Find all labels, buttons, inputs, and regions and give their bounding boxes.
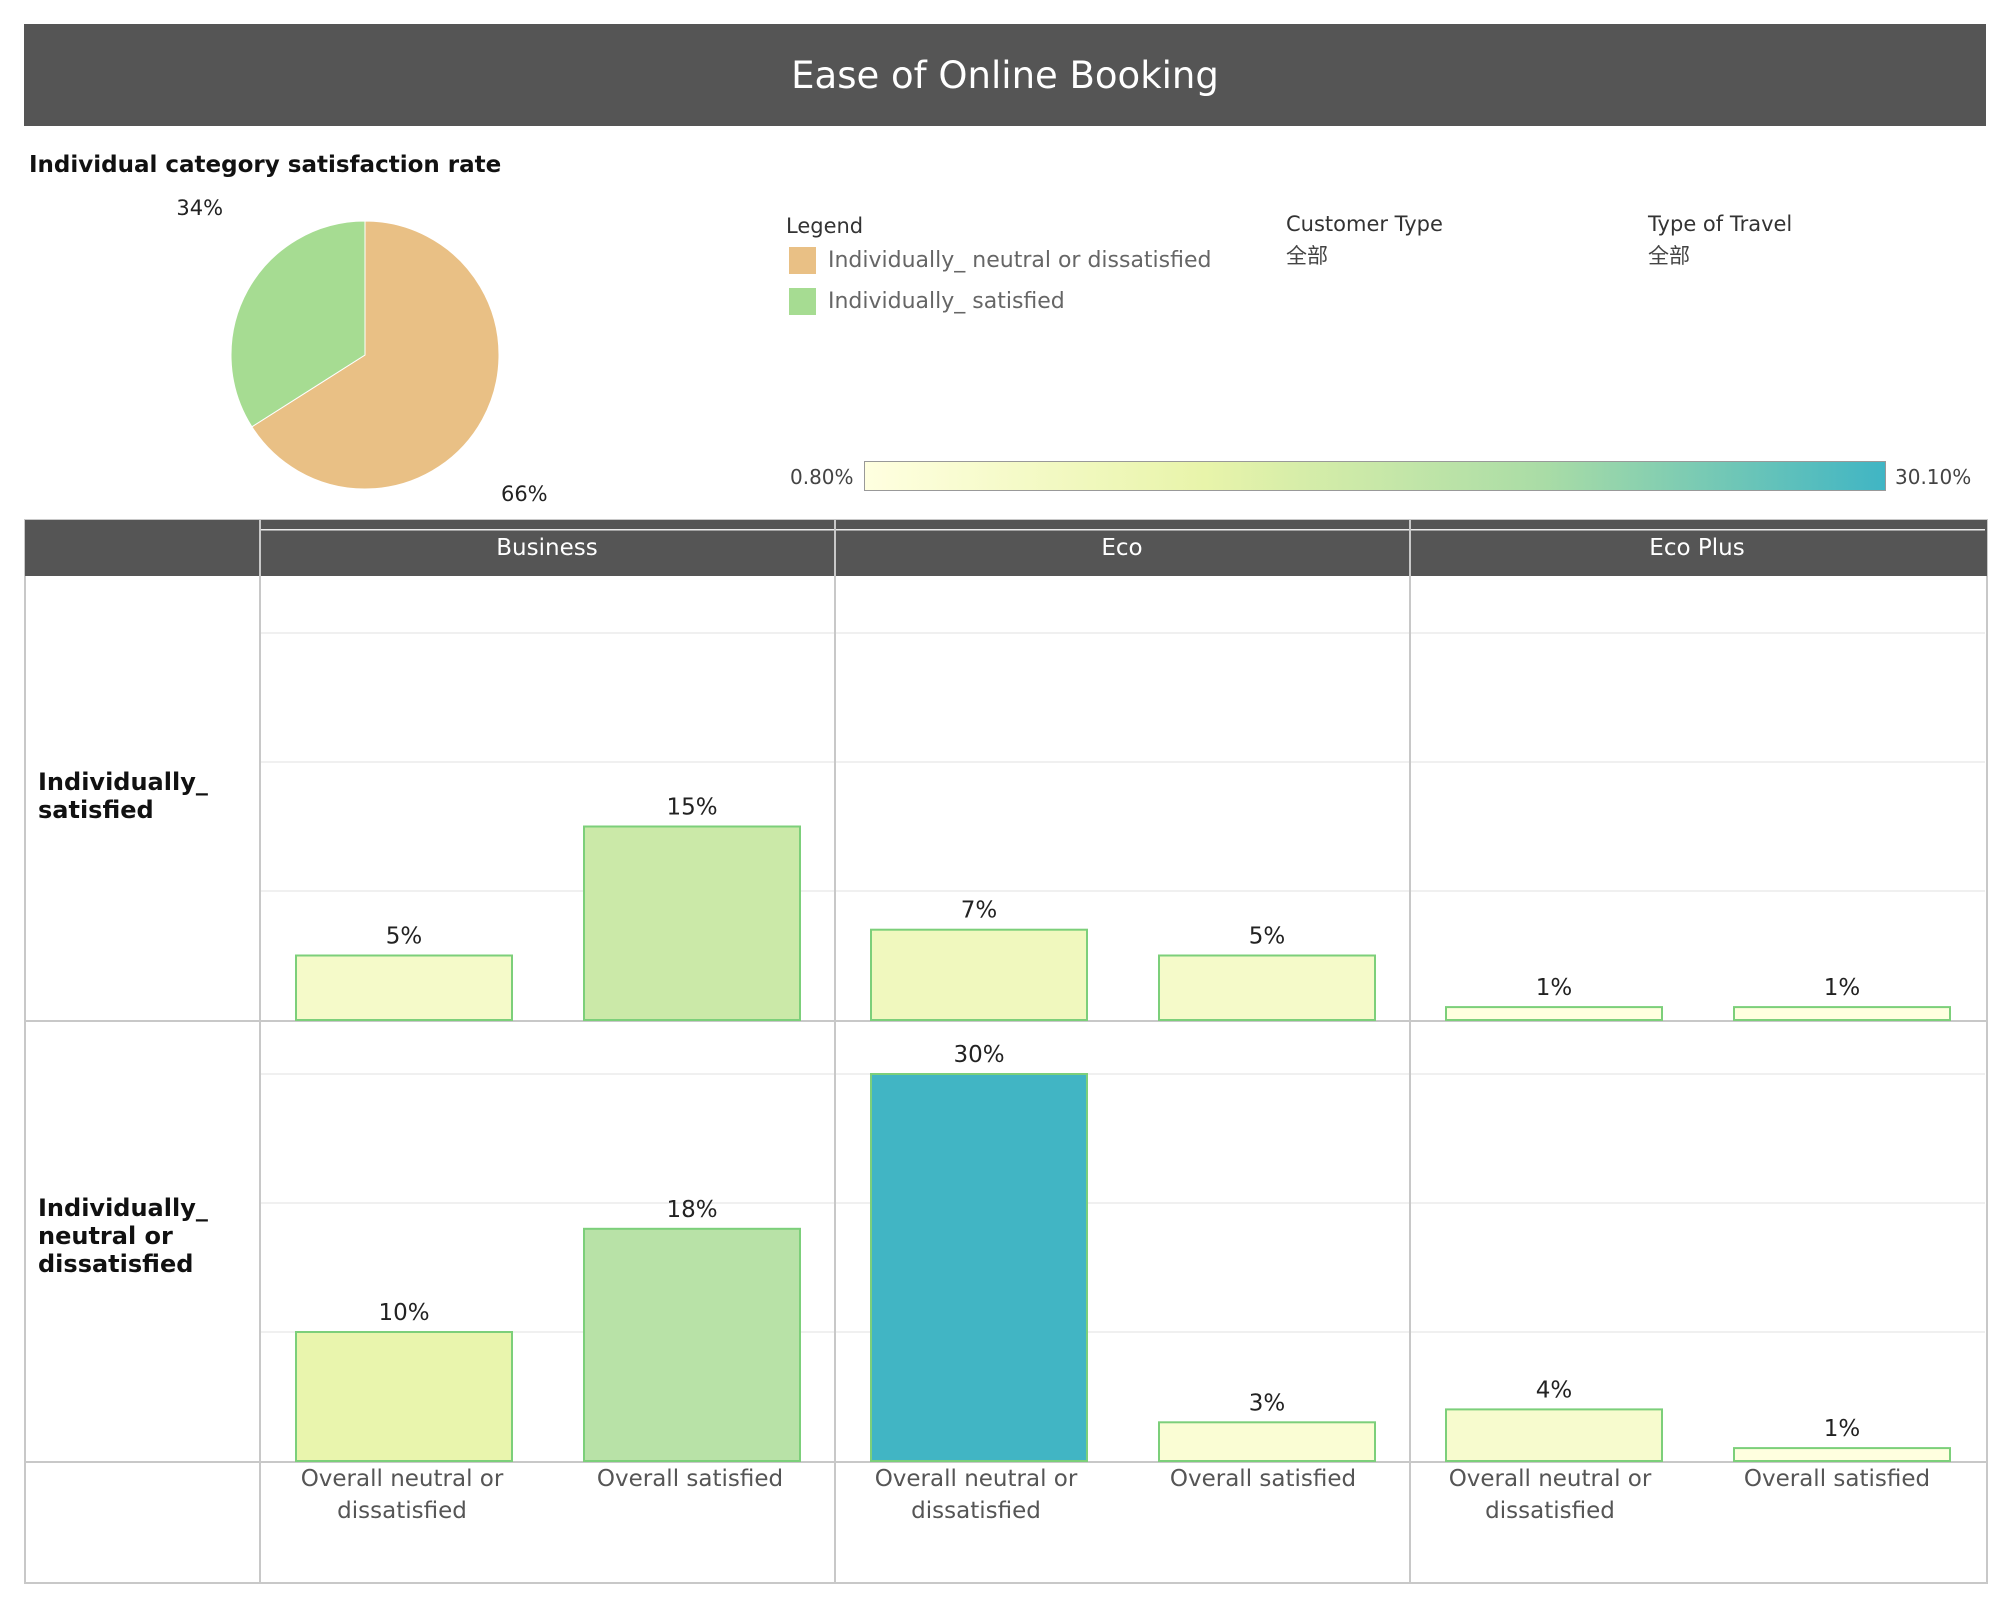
- bar[interactable]: [1158, 1421, 1376, 1463]
- x-label-line: dissatisfied: [911, 1498, 1041, 1524]
- x-label-line: dissatisfied: [1485, 1498, 1615, 1524]
- x-label-line: Overall satisfied: [1169, 1466, 1357, 1492]
- row-header-satisfied: Individually_ satisfied: [38, 768, 258, 824]
- row-header-neutral-line: dissatisfied: [38, 1250, 194, 1278]
- bar-value-label: 18%: [666, 1197, 717, 1223]
- bar-value-label: 4%: [1536, 1377, 1573, 1403]
- bar-value-label: 1%: [1824, 1416, 1861, 1442]
- bar[interactable]: [583, 1227, 801, 1463]
- bar-value-label: 1%: [1536, 975, 1573, 1001]
- x-label-neutral-business: Overall neutral or dissatisfied: [272, 1463, 532, 1527]
- x-label-neutral-eco: Overall neutral or dissatisfied: [846, 1463, 1106, 1527]
- x-label-line: Overall neutral or: [300, 1466, 504, 1492]
- bar-value-label: 30%: [953, 1042, 1004, 1068]
- bar-value-label: 5%: [1249, 924, 1286, 950]
- bar[interactable]: [870, 928, 1088, 1022]
- bar-value-label: 3%: [1249, 1390, 1286, 1416]
- bar[interactable]: [295, 1331, 513, 1462]
- bar-value-label: 5%: [386, 924, 423, 950]
- bar[interactable]: [295, 954, 513, 1021]
- bar[interactable]: [1158, 954, 1376, 1021]
- bar-value-label: 1%: [1824, 975, 1861, 1001]
- bar[interactable]: [1733, 1447, 1951, 1462]
- bar-chart-grid: 5% 15% 7% 5% 1% 1% 10% 18% 30% 3% 4% 1%: [24, 519, 1988, 1584]
- x-label-satisfied-eco-plus: Overall satisfied: [1707, 1463, 1967, 1495]
- x-label-line: Overall neutral or: [874, 1466, 1078, 1492]
- column-header-eco: Eco: [1101, 535, 1143, 561]
- row-header-neutral-line: Individually_: [38, 1194, 208, 1222]
- bar-value-label: 15%: [666, 795, 717, 821]
- row-header-neutral: Individually_ neutral or dissatisfied: [38, 1194, 258, 1278]
- column-header-eco-plus: Eco Plus: [1649, 535, 1745, 561]
- bar-value-label: 7%: [961, 898, 998, 924]
- row-header-satisfied-line: Individually_: [38, 768, 208, 796]
- x-label-line: dissatisfied: [337, 1498, 467, 1524]
- x-label-line: Overall satisfied: [1743, 1466, 1931, 1492]
- column-header-business: Business: [496, 535, 598, 561]
- x-label-line: Overall neutral or: [1448, 1466, 1652, 1492]
- x-label-line: Overall satisfied: [596, 1466, 784, 1492]
- bar[interactable]: [870, 1073, 1088, 1462]
- row-header-satisfied-line: satisfied: [38, 796, 154, 824]
- bar[interactable]: [583, 825, 801, 1021]
- bar[interactable]: [1445, 1408, 1663, 1463]
- bar[interactable]: [1733, 1006, 1951, 1021]
- row-header-neutral-line: neutral or: [38, 1222, 173, 1250]
- x-label-neutral-eco-plus: Overall neutral or dissatisfied: [1420, 1463, 1680, 1527]
- x-label-satisfied-eco: Overall satisfied: [1133, 1463, 1393, 1495]
- x-label-satisfied-business: Overall satisfied: [560, 1463, 820, 1495]
- bar[interactable]: [1445, 1006, 1663, 1021]
- bar-value-label: 10%: [378, 1300, 429, 1326]
